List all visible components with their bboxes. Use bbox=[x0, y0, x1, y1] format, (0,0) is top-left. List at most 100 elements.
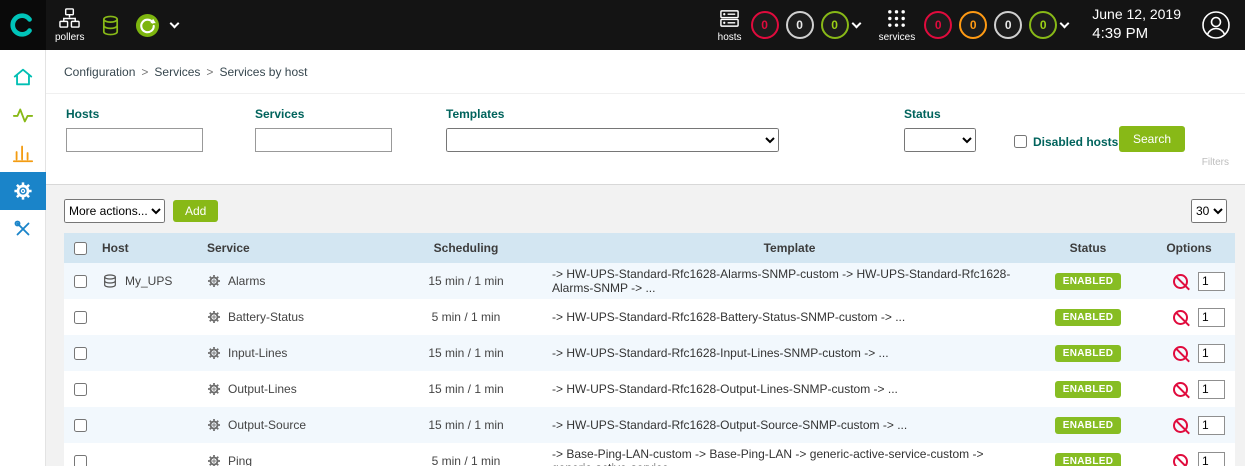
user-icon bbox=[1201, 10, 1231, 40]
services-unknown-counter[interactable]: 0 bbox=[994, 11, 1022, 39]
sidebar-item-administration[interactable] bbox=[0, 210, 46, 248]
datetime: June 12, 2019 4:39 PM bbox=[1092, 5, 1181, 44]
header-service: Service bbox=[201, 233, 386, 263]
status-badge: ENABLED bbox=[1055, 417, 1121, 434]
row-checkbox[interactable] bbox=[74, 419, 87, 432]
services-ok-counter[interactable]: 0 bbox=[1029, 11, 1057, 39]
chevron-down-icon[interactable] bbox=[1060, 19, 1070, 29]
page-size-select[interactable]: 30 bbox=[1191, 199, 1227, 223]
breadcrumb: Configuration > Services > Services by h… bbox=[46, 50, 1245, 94]
service-gear-icon bbox=[207, 418, 221, 432]
templates-filter-select[interactable] bbox=[446, 128, 779, 152]
pollers-menu[interactable]: pollers bbox=[55, 8, 84, 43]
scheduling-value: 5 min / 1 min bbox=[386, 299, 546, 335]
row-checkbox[interactable] bbox=[74, 347, 87, 360]
template-chain: -> HW-UPS-Standard-Rfc1628-Alarms-SNMP-c… bbox=[546, 263, 1033, 299]
templates-filter-field: Templates bbox=[446, 107, 779, 152]
hosts-filter-field: Hosts bbox=[66, 107, 203, 152]
service-name[interactable]: Input-Lines bbox=[228, 346, 287, 360]
disable-icon[interactable] bbox=[1173, 418, 1188, 433]
services-filter-input[interactable] bbox=[255, 128, 392, 152]
hosts-menu[interactable]: hosts bbox=[718, 8, 742, 43]
sidebar-item-home[interactable] bbox=[0, 58, 46, 96]
service-gear-icon bbox=[207, 310, 221, 324]
template-chain: -> Base-Ping-LAN-custom -> Base-Ping-LAN… bbox=[546, 443, 1033, 466]
templates-filter-label: Templates bbox=[446, 107, 779, 121]
services-icon bbox=[886, 8, 907, 29]
sidebar bbox=[0, 50, 46, 466]
select-all-checkbox[interactable] bbox=[74, 242, 87, 255]
disable-icon[interactable] bbox=[1173, 346, 1188, 361]
home-icon bbox=[12, 66, 34, 88]
disable-icon[interactable] bbox=[1173, 274, 1188, 289]
database-status[interactable] bbox=[100, 15, 121, 36]
duplicate-count-input[interactable] bbox=[1198, 308, 1225, 327]
table-header-row: Host Service Scheduling Template Status … bbox=[64, 233, 1235, 263]
platform-health[interactable] bbox=[135, 13, 160, 38]
chevron-down-icon[interactable] bbox=[170, 19, 180, 29]
host-name[interactable]: My_UPS bbox=[125, 274, 172, 288]
more-actions-select[interactable]: More actions... bbox=[64, 199, 165, 223]
centreon-logo-icon bbox=[9, 11, 37, 39]
topbar: pollers hosts 0 0 0 bbox=[0, 0, 1245, 50]
service-name[interactable]: Output-Source bbox=[228, 418, 306, 432]
duplicate-count-input[interactable] bbox=[1198, 452, 1225, 466]
sidebar-item-monitoring[interactable] bbox=[0, 96, 46, 134]
hosts-filter-input[interactable] bbox=[66, 128, 203, 152]
services-label: services bbox=[879, 32, 916, 43]
search-button[interactable]: Search bbox=[1119, 126, 1185, 152]
centreon-logo[interactable] bbox=[0, 0, 46, 50]
row-checkbox[interactable] bbox=[74, 311, 87, 324]
scheduling-value: 5 min / 1 min bbox=[386, 443, 546, 466]
status-filter-label: Status bbox=[904, 107, 976, 121]
scheduling-value: 15 min / 1 min bbox=[386, 407, 546, 443]
service-name[interactable]: Battery-Status bbox=[228, 310, 304, 324]
chevron-down-icon[interactable] bbox=[851, 19, 861, 29]
row-checkbox[interactable] bbox=[74, 275, 87, 288]
service-name[interactable]: Output-Lines bbox=[228, 382, 297, 396]
breadcrumb-configuration[interactable]: Configuration bbox=[64, 65, 135, 79]
hosts-unreachable-counter[interactable]: 0 bbox=[786, 11, 814, 39]
hosts-up-counter[interactable]: 0 bbox=[821, 11, 849, 39]
services-warning-counter[interactable]: 0 bbox=[959, 11, 987, 39]
disable-icon[interactable] bbox=[1173, 310, 1188, 325]
header-options: Options bbox=[1143, 233, 1235, 263]
user-menu[interactable] bbox=[1201, 10, 1231, 40]
status-badge: ENABLED bbox=[1055, 309, 1121, 326]
add-button[interactable]: Add bbox=[173, 200, 218, 222]
duplicate-count-input[interactable] bbox=[1198, 380, 1225, 399]
disabled-hosts-toggle[interactable]: Disabled hosts bbox=[1010, 132, 1118, 151]
row-checkbox[interactable] bbox=[74, 455, 87, 466]
sidebar-item-reporting[interactable] bbox=[0, 134, 46, 172]
service-name[interactable]: Alarms bbox=[228, 274, 265, 288]
scheduling-value: 15 min / 1 min bbox=[386, 335, 546, 371]
sidebar-item-configuration[interactable] bbox=[0, 172, 46, 210]
table-row: Ping 5 min / 1 min -> Base-Ping-LAN-cust… bbox=[64, 443, 1235, 466]
disable-icon[interactable] bbox=[1173, 454, 1188, 466]
service-name[interactable]: Ping bbox=[228, 454, 252, 466]
services-critical-counter[interactable]: 0 bbox=[924, 11, 952, 39]
disable-icon[interactable] bbox=[1173, 382, 1188, 397]
status-badge: ENABLED bbox=[1055, 345, 1121, 362]
services-filter-field: Services bbox=[255, 107, 392, 152]
row-checkbox[interactable] bbox=[74, 383, 87, 396]
duplicate-count-input[interactable] bbox=[1198, 416, 1225, 435]
table-row: Battery-Status 5 min / 1 min -> HW-UPS-S… bbox=[64, 299, 1235, 335]
template-chain: -> HW-UPS-Standard-Rfc1628-Output-Lines-… bbox=[546, 371, 1033, 407]
disabled-hosts-checkbox[interactable] bbox=[1014, 135, 1027, 148]
services-menu[interactable]: services bbox=[879, 8, 916, 43]
template-chain: -> HW-UPS-Standard-Rfc1628-Input-Lines-S… bbox=[546, 335, 1033, 371]
table-row: Input-Lines 15 min / 1 min -> HW-UPS-Sta… bbox=[64, 335, 1235, 371]
refresh-status-icon bbox=[135, 13, 160, 38]
services-filter-label: Services bbox=[255, 107, 392, 121]
duplicate-count-input[interactable] bbox=[1198, 344, 1225, 363]
gear-icon bbox=[13, 181, 33, 201]
main-content: Configuration > Services > Services by h… bbox=[46, 50, 1245, 466]
tools-icon bbox=[12, 218, 34, 240]
hosts-down-counter[interactable]: 0 bbox=[751, 11, 779, 39]
status-filter-select[interactable] bbox=[904, 128, 976, 152]
duplicate-count-input[interactable] bbox=[1198, 272, 1225, 291]
breadcrumb-services[interactable]: Services bbox=[154, 65, 200, 79]
action-row: More actions... Add 30 bbox=[46, 185, 1245, 233]
status-badge: ENABLED bbox=[1055, 381, 1121, 398]
